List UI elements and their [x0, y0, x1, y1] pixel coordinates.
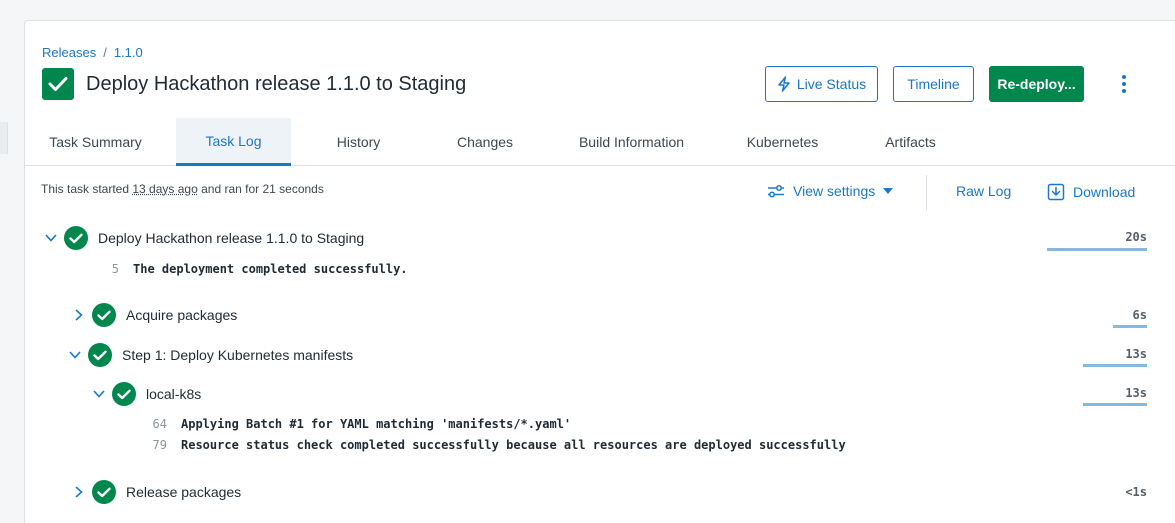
redeploy-label: Re-deploy...: [997, 76, 1076, 92]
log-node-root: Deploy Hackathon release 1.1.0 to Stagin…: [42, 226, 364, 250]
view-settings-label: View settings: [793, 183, 876, 199]
tab-history[interactable]: History: [301, 118, 416, 166]
download-icon: [1047, 183, 1065, 201]
raw-log-button[interactable]: Raw Log: [956, 183, 1011, 199]
success-check-icon: [92, 303, 116, 327]
duration-bar: [1113, 325, 1147, 328]
breadcrumb: Releases / 1.1.0: [42, 45, 143, 60]
breadcrumb-version-link[interactable]: 1.1.0: [114, 45, 143, 60]
lightning-icon: [778, 76, 790, 92]
duration-label: 20s: [1125, 230, 1147, 244]
chevron-down-icon[interactable]: [90, 385, 108, 403]
chevron-down-icon[interactable]: [42, 229, 60, 247]
log-node-release: Release packages: [70, 480, 241, 504]
chevron-right-icon[interactable]: [70, 306, 88, 324]
page-title: Deploy Hackathon release 1.1.0 to Stagin…: [86, 73, 467, 95]
log-line-number: 5: [111, 262, 119, 276]
tab-task-log[interactable]: Task Log: [176, 118, 291, 166]
download-label: Download: [1073, 184, 1136, 200]
task-started-ago[interactable]: 13 days ago: [132, 182, 197, 196]
log-node-local-k8s: local-k8s: [90, 382, 201, 406]
success-check-icon: [92, 480, 116, 504]
log-node-acquire: Acquire packages: [70, 303, 237, 327]
task-started-suffix: and ran for 21 seconds: [201, 182, 324, 196]
log-node-label: Acquire packages: [126, 307, 238, 323]
duration-bar: [1047, 248, 1147, 251]
breadcrumb-releases-link[interactable]: Releases: [42, 45, 96, 60]
success-check-icon: [88, 343, 112, 367]
live-status-label: Live Status: [796, 76, 867, 92]
duration-label: 13s: [1125, 386, 1147, 400]
task-panel: Releases / 1.1.0 Deploy Hackathon release …: [24, 20, 1175, 523]
log-line-text: The deployment completed successfully.: [133, 262, 408, 276]
log-line-number: 79: [152, 438, 167, 452]
tab-kubernetes[interactable]: Kubernetes: [719, 118, 846, 166]
success-check-icon: [64, 226, 88, 250]
timeline-label: Timeline: [907, 76, 960, 92]
toolbar-divider: [926, 175, 927, 210]
redeploy-button[interactable]: Re-deploy...: [989, 66, 1084, 102]
log-line: 79 Resource status check completed succes…: [143, 438, 846, 452]
log-line-text: Resource status check completed successf…: [181, 438, 846, 452]
tab-task-summary[interactable]: Task Summary: [25, 118, 166, 166]
task-started-info: This task started 13 days ago and ran fo…: [41, 182, 324, 196]
caret-down-icon: [883, 188, 894, 194]
tab-artifacts[interactable]: Artifacts: [856, 118, 965, 166]
timeline-button[interactable]: Timeline: [893, 66, 974, 102]
tab-build-information[interactable]: Build Information: [554, 118, 709, 166]
duration-label: <1s: [1125, 485, 1147, 499]
chevron-right-icon[interactable]: [70, 483, 88, 501]
log-line: 64 Applying Batch #1 for YAML matching 'm…: [143, 417, 572, 431]
raw-log-label: Raw Log: [956, 183, 1012, 199]
chevron-down-icon[interactable]: [66, 346, 84, 364]
success-check-icon: [112, 382, 136, 406]
log-node-label: local-k8s: [146, 386, 202, 402]
download-button[interactable]: Download: [1047, 183, 1135, 201]
log-line: 5 The deployment completed successfully.: [95, 262, 408, 276]
live-status-button[interactable]: Live Status: [765, 66, 878, 102]
more-options-kebab-icon[interactable]: [1113, 71, 1135, 97]
duration-label: 13s: [1125, 347, 1147, 361]
log-line-number: 64: [152, 417, 167, 431]
log-line-text: Applying Batch #1 for YAML matching 'man…: [181, 417, 572, 431]
left-edge-strip: [0, 122, 8, 154]
success-status-icon: [42, 68, 74, 100]
duration-bar: [1083, 364, 1147, 367]
task-started-prefix: This task started: [41, 182, 130, 196]
breadcrumb-separator: /: [103, 45, 107, 60]
tab-bar: Task Summary Task Log History Changes Bu…: [25, 118, 1175, 166]
tab-changes[interactable]: Changes: [426, 118, 544, 166]
duration-label: 6s: [1132, 308, 1147, 322]
duration-bar: [1083, 403, 1147, 406]
log-node-label: Release packages: [126, 484, 242, 500]
sliders-icon: [768, 185, 784, 198]
log-node-step1: Step 1: Deploy Kubernetes manifests: [66, 343, 353, 367]
view-settings-button[interactable]: View settings: [767, 183, 894, 199]
log-node-label: Step 1: Deploy Kubernetes manifests: [122, 347, 354, 363]
log-node-label: Deploy Hackathon release 1.1.0 to Stagin…: [98, 230, 365, 246]
